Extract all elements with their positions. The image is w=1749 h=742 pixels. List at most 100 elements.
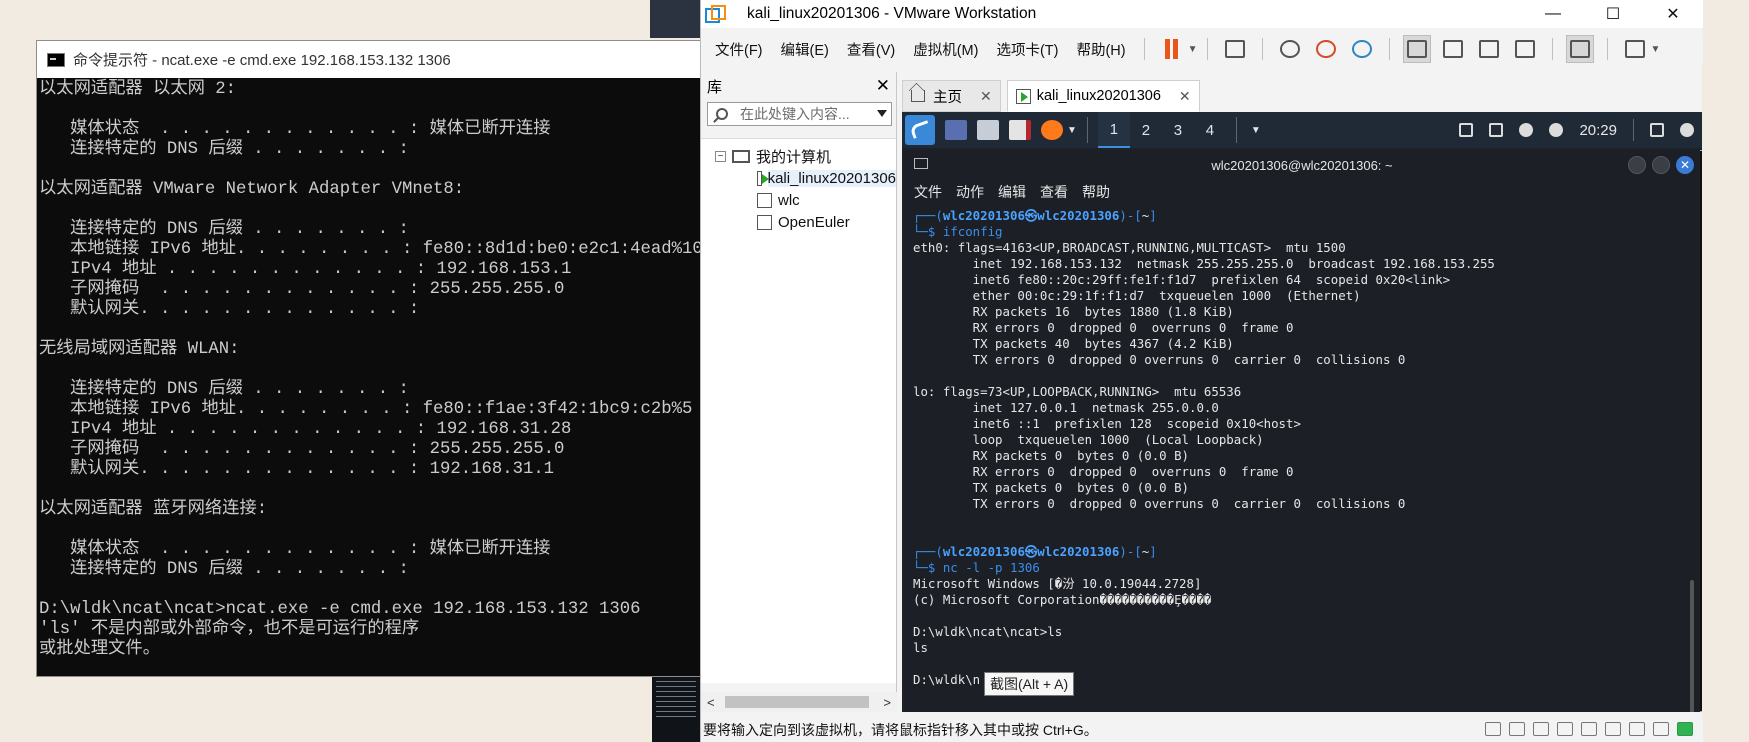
cmd-output-line: 本地链接 IPv6 地址. . . . . . . . : fe80::8d1d… xyxy=(70,240,703,259)
tree-item-vm[interactable]: OpenEuler xyxy=(701,211,896,233)
tab-label: kali_linux20201306 xyxy=(1036,88,1161,104)
search-dropdown-icon[interactable] xyxy=(877,110,887,117)
menu-help[interactable]: 帮助(H) xyxy=(1067,39,1134,60)
workspace-3[interactable]: 3 xyxy=(1162,112,1194,148)
tab-label: 主页 xyxy=(933,89,962,106)
launcher-dropdown-icon[interactable]: ▼ xyxy=(1067,125,1077,136)
text-editor-icon[interactable] xyxy=(1009,120,1031,140)
library-close-icon[interactable]: ✕ xyxy=(876,76,890,96)
cmd-output-line: 子网掩码 . . . . . . . . . . . . : 255.255.2… xyxy=(70,440,565,459)
printer-icon[interactable] xyxy=(1581,722,1597,736)
terminal-maximize-button[interactable] xyxy=(1652,156,1670,174)
menu-view[interactable]: 查看(V) xyxy=(838,39,904,60)
cmd-window[interactable]: 命令提示符 - ncat.exe -e cmd.exe 192.168.153.… xyxy=(36,40,706,677)
scroll-left-icon[interactable]: < xyxy=(707,695,715,710)
menu-file[interactable]: 文件(F) xyxy=(701,39,772,60)
show-desktop-icon[interactable] xyxy=(945,120,967,140)
firefox-icon[interactable] xyxy=(1041,120,1063,140)
command-2: nc -l -p 1306 xyxy=(942,560,1040,575)
send-ctrl-alt-del-button[interactable] xyxy=(1221,35,1249,63)
workspace-1[interactable]: 1 xyxy=(1097,112,1130,148)
vmware-statusbar: 要将输入定向到该虚拟机，请将鼠标指针移入其中或按 Ctrl+G。 xyxy=(701,718,1703,742)
shared-folder-icon[interactable] xyxy=(1653,722,1669,736)
scroll-right-icon[interactable]: > xyxy=(883,695,891,710)
snapshot-button[interactable] xyxy=(1276,35,1304,63)
stretch-dropdown-icon[interactable]: ▼ xyxy=(1651,44,1661,55)
terminal-output-line: lo: flags=73<UP,LOOPBACK,RUNNING> mtu 65… xyxy=(913,384,1242,399)
terminal-menu-file[interactable]: 文件 xyxy=(914,182,942,202)
network-adapter-icon[interactable] xyxy=(1533,722,1549,736)
home-icon xyxy=(911,90,925,102)
tab-close-icon[interactable]: ✕ xyxy=(1179,88,1191,105)
clock[interactable]: 20:29 xyxy=(1579,122,1617,139)
workspace-2[interactable]: 2 xyxy=(1130,112,1162,148)
cmd-titlebar[interactable]: 命令提示符 - ncat.exe -e cmd.exe 192.168.153.… xyxy=(37,41,705,78)
vm-icon xyxy=(757,192,772,208)
menu-tabs[interactable]: 选项卡(T) xyxy=(987,39,1067,60)
display-settings-icon[interactable] xyxy=(1629,722,1645,736)
terminal-output-line: loop txqueuelen 1000 (Local Loopback) xyxy=(972,432,1264,447)
terminal-output-line: inet6 fe80::20c:29ff:fe1f:f1d7 prefixlen… xyxy=(972,272,1451,287)
tree-item-vm[interactable]: wlc xyxy=(701,189,896,211)
library-search-input[interactable]: 在此处键入内容... xyxy=(707,102,892,126)
revert-snapshot-button[interactable] xyxy=(1312,35,1340,63)
unity-button[interactable] xyxy=(1511,35,1539,63)
cmd-output[interactable]: 以太网适配器 以太网 2: 媒体状态 . . . . . . . . . . .… xyxy=(37,78,705,676)
pause-dropdown-icon[interactable]: ▼ xyxy=(1188,44,1198,55)
stretch-button[interactable] xyxy=(1621,35,1649,63)
terminal-scrollbar[interactable] xyxy=(1690,580,1694,712)
terminal-titlebar[interactable]: wlc20201306@wlc20201306: ~ ✕ xyxy=(904,150,1700,180)
prompt-at: ㉿ xyxy=(1024,544,1038,559)
terminal-output-line: D:\wldk\ncat\ncat>ls xyxy=(913,624,1063,639)
close-button[interactable]: ✕ xyxy=(1643,0,1703,28)
thumbnail-bar-button[interactable] xyxy=(1439,35,1467,63)
cd-icon[interactable] xyxy=(1509,722,1525,736)
notification-bell-icon[interactable] xyxy=(1519,123,1534,137)
power-manager-icon[interactable] xyxy=(1549,123,1564,137)
tab-kali[interactable]: kali_linux20201306 ✕ xyxy=(1006,80,1200,112)
usb-icon[interactable] xyxy=(1557,722,1573,736)
terminal-menu-view[interactable]: 查看 xyxy=(1040,182,1068,202)
kali-menu-icon[interactable] xyxy=(905,115,935,145)
menu-vm[interactable]: 虚拟机(M) xyxy=(904,39,987,60)
cmd-output-line: 以太网适配器 以太网 2: xyxy=(39,80,237,99)
tree-item-vm[interactable]: kali_linux20201306 xyxy=(701,167,896,189)
maximize-button[interactable]: ☐ xyxy=(1583,0,1643,28)
tab-home[interactable]: 主页 ✕ xyxy=(902,80,1001,112)
lock-icon[interactable] xyxy=(1650,123,1664,137)
terminal-close-button[interactable]: ✕ xyxy=(1676,156,1694,174)
windows-dropdown-icon[interactable]: ▼ xyxy=(1251,125,1261,136)
terminal-minimize-button[interactable] xyxy=(1628,156,1646,174)
minimize-button[interactable]: — xyxy=(1523,0,1583,28)
vmware-titlebar[interactable]: kali_linux20201306 - VMware Workstation … xyxy=(701,0,1703,28)
terminal-window[interactable]: wlc20201306@wlc20201306: ~ ✕ 文件 动作 编辑 查看… xyxy=(904,150,1700,712)
terminal-menu-edit[interactable]: 编辑 xyxy=(998,182,1026,202)
pause-button[interactable] xyxy=(1158,35,1186,63)
cmd-output-line: 默认网关. . . . . . . . . . . . . : 192.168.… xyxy=(70,460,555,479)
logout-icon[interactable] xyxy=(1680,123,1694,137)
fullscreen-button[interactable] xyxy=(1475,35,1503,63)
snapshot-manager-button[interactable] xyxy=(1348,35,1376,63)
vm-state-icon[interactable] xyxy=(1677,722,1693,736)
scrollbar-thumb[interactable] xyxy=(725,696,869,708)
terminal-output-line: TX packets 0 bytes 0 (0.0 B) xyxy=(972,480,1190,495)
show-library-button[interactable] xyxy=(1402,35,1431,63)
terminal-menu-actions[interactable]: 动作 xyxy=(956,182,984,202)
terminal-menu-help[interactable]: 帮助 xyxy=(1082,182,1110,202)
tab-close-icon[interactable]: ✕ xyxy=(980,88,992,105)
sound-icon[interactable] xyxy=(1605,722,1621,736)
collapse-icon[interactable]: − xyxy=(715,150,726,162)
display-icon[interactable] xyxy=(1459,123,1474,137)
library-horizontal-scrollbar[interactable]: < > xyxy=(701,692,897,712)
hdd-icon[interactable] xyxy=(1485,722,1501,736)
vm-console[interactable]: ▼ 1 2 3 4 ▼ 20:29 wlc20201306@wlc2020130… xyxy=(902,112,1702,712)
workspace-4[interactable]: 4 xyxy=(1194,112,1226,148)
tree-item-my-computer[interactable]: − 我的计算机 xyxy=(701,145,896,167)
menu-edit[interactable]: 编辑(E) xyxy=(772,39,838,60)
prompt-user: wlc20201306 xyxy=(942,544,1025,559)
console-view-button[interactable] xyxy=(1565,35,1594,63)
vmware-window[interactable]: kali_linux20201306 - VMware Workstation … xyxy=(700,0,1703,742)
terminal-output[interactable]: ┌──(wlc20201306㉿wlc20201306)-[~] └─$ ifc… xyxy=(904,204,1700,704)
network-off-icon[interactable] xyxy=(1489,123,1504,137)
file-manager-icon[interactable] xyxy=(977,120,999,140)
